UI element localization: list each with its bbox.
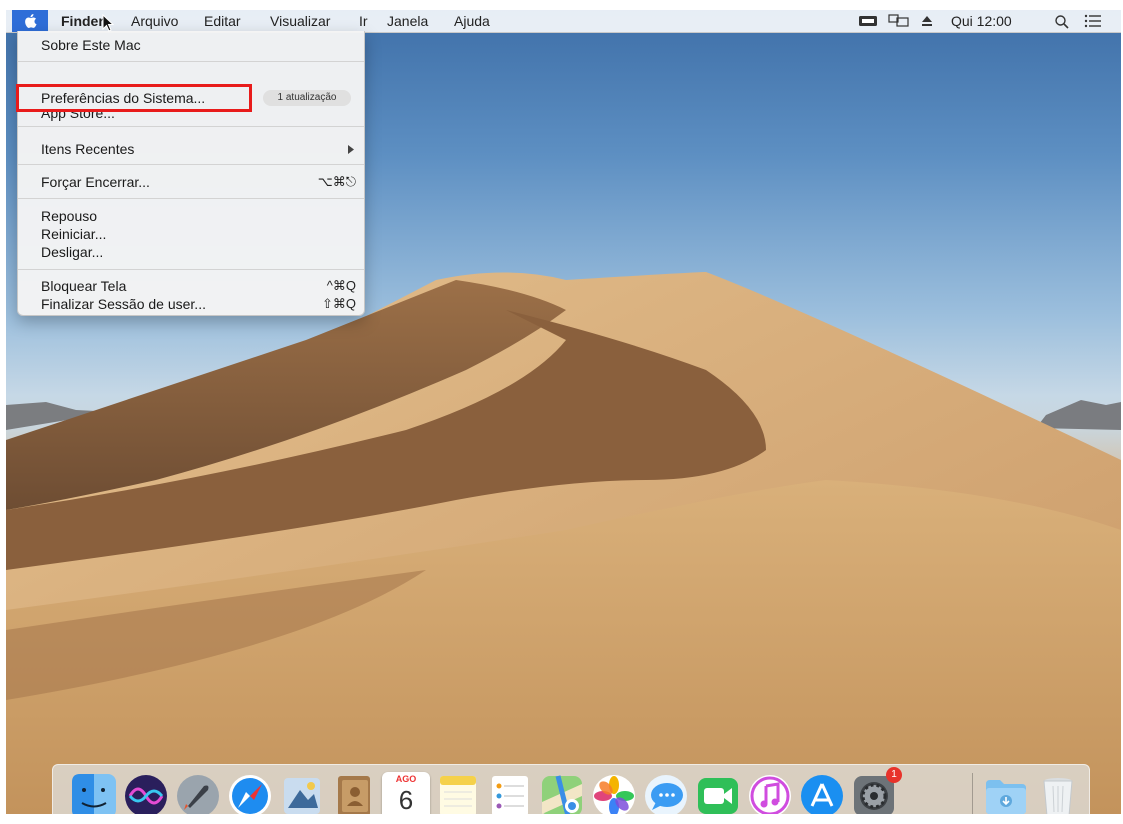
force-quit-shortcut: ⌥⌘⎋	[317, 174, 356, 189]
maps-icon[interactable]	[538, 772, 586, 814]
menu-separator	[18, 164, 364, 165]
notes-icon[interactable]	[434, 772, 482, 814]
menu-separator	[18, 269, 364, 270]
keyboard-icon[interactable]	[858, 14, 878, 28]
app-store-icon[interactable]	[798, 772, 846, 814]
launchpad-icon[interactable]	[174, 772, 222, 814]
calendar-day: 6	[398, 785, 414, 814]
dock: AGO 6 1	[52, 764, 1090, 814]
menu-item-log-out[interactable]: Finalizar Sessão de user...	[41, 295, 206, 313]
menu-item-sleep[interactable]: Repouso	[41, 207, 97, 225]
reminders-icon[interactable]	[486, 772, 534, 814]
submenu-arrow-icon	[348, 145, 354, 154]
menu-item-force-quit[interactable]: Forçar Encerrar...	[41, 173, 150, 191]
airplay-display-icon[interactable]	[888, 14, 910, 28]
clock[interactable]: Qui 12:00	[951, 12, 1012, 30]
menu-separator	[18, 198, 364, 199]
menu-editar[interactable]: Editar	[204, 12, 241, 30]
itunes-icon[interactable]	[746, 772, 794, 814]
photos-icon[interactable]	[590, 772, 638, 814]
apple-menu: Sobre Este Mac Preferências do Sistema..…	[16, 31, 365, 316]
menu-visualizar[interactable]: Visualizar	[270, 12, 330, 30]
menu-janela[interactable]: Janela	[387, 12, 428, 30]
update-badge: 1 atualização	[263, 90, 351, 106]
menu-item-shutdown[interactable]: Desligar...	[41, 243, 103, 261]
messages-icon[interactable]	[642, 772, 690, 814]
menu-item-lock-screen[interactable]: Bloquear Tela	[41, 277, 126, 295]
menu-finder[interactable]: Finder	[61, 12, 104, 30]
notification-badge: 1	[886, 767, 902, 783]
menu-item-recent-items[interactable]: Itens Recentes	[41, 140, 134, 158]
calendar-icon[interactable]: AGO 6	[382, 772, 430, 814]
menu-item-restart[interactable]: Reiniciar...	[41, 225, 106, 243]
dock-separator	[972, 773, 973, 814]
safari-icon[interactable]	[226, 772, 274, 814]
apple-menu-button[interactable]	[12, 10, 48, 32]
apple-logo-icon	[25, 14, 37, 29]
calendar-month: AGO	[395, 774, 417, 784]
notification-center-icon[interactable]	[1084, 14, 1102, 28]
highlight-box	[16, 84, 252, 112]
downloads-folder-icon[interactable]	[982, 772, 1030, 814]
menu-separator	[18, 61, 364, 62]
lock-screen-shortcut: ^⌘Q	[326, 278, 356, 293]
siri-icon[interactable]	[122, 772, 170, 814]
finder-icon[interactable]	[70, 772, 118, 814]
menu-item-about-this-mac[interactable]: Sobre Este Mac	[41, 36, 141, 54]
menu-separator	[18, 126, 364, 127]
contacts-icon[interactable]	[330, 772, 378, 814]
facetime-icon[interactable]	[694, 772, 742, 814]
search-icon[interactable]	[1054, 14, 1070, 30]
mouse-cursor-icon	[102, 14, 114, 32]
mail-icon[interactable]	[278, 772, 326, 814]
eject-icon[interactable]	[920, 14, 934, 28]
trash-icon[interactable]	[1034, 772, 1082, 814]
menu-ajuda[interactable]: Ajuda	[454, 12, 490, 30]
desktop: Finder Arquivo Editar Visualizar Ir Jane…	[6, 10, 1121, 814]
menu-bar: Finder Arquivo Editar Visualizar Ir Jane…	[6, 10, 1121, 33]
menu-arquivo[interactable]: Arquivo	[131, 12, 178, 30]
logout-shortcut: ⇧⌘Q	[321, 296, 356, 311]
menu-ir[interactable]: Ir	[359, 12, 368, 30]
